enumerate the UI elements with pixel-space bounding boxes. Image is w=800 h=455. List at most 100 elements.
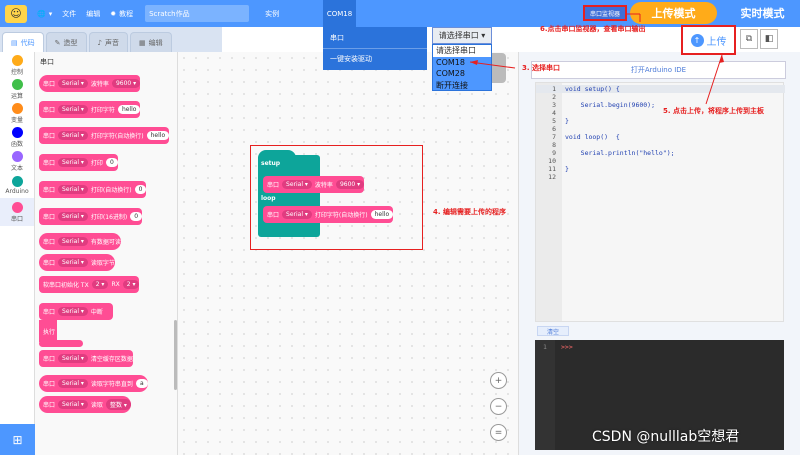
block-dropdown[interactable]: Serial ▾ xyxy=(58,185,88,194)
palette-scrollbar[interactable] xyxy=(174,320,177,390)
zoom-in-button[interactable]: + xyxy=(490,372,507,389)
block-text: 有数据可读 xyxy=(90,239,121,246)
block-dropdown[interactable]: Serial ▾ xyxy=(58,158,88,167)
block-input[interactable]: a xyxy=(135,379,148,388)
block-dropdown[interactable]: 9600 ▾ xyxy=(111,79,141,88)
block-dropdown[interactable]: Serial ▾ xyxy=(282,180,312,189)
console-line-number: 1 xyxy=(543,343,547,351)
open-arduino-ide-button[interactable]: 打开Arduino IDE xyxy=(531,61,786,79)
block-dropdown[interactable]: 整数 ▾ xyxy=(105,399,131,410)
block-input[interactable]: hello xyxy=(370,210,394,219)
block-text: 串口 xyxy=(43,260,56,267)
script-workspace[interactable] xyxy=(178,52,518,455)
serial-monitor-button[interactable]: 串口监视器 xyxy=(583,5,627,21)
block-dropdown[interactable]: Serial ▾ xyxy=(58,131,88,140)
block-dropdown[interactable]: 2 ▾ xyxy=(91,280,109,289)
block-dropdown[interactable]: Serial ▾ xyxy=(58,258,88,267)
edit-icon: ▦ xyxy=(138,38,146,47)
expand-icon: ⧉ xyxy=(745,34,753,44)
collapse-panel-button[interactable]: ◧ xyxy=(760,29,778,49)
realtime-mode-button[interactable]: 实时模式 xyxy=(730,3,795,23)
block-dropdown[interactable]: Serial ▾ xyxy=(58,354,88,363)
port-option[interactable]: 断开连接 xyxy=(433,80,491,92)
category-dot-icon xyxy=(11,150,23,162)
block-dropdown[interactable]: Serial ▾ xyxy=(58,212,88,221)
block-dropdown[interactable]: Serial ▾ xyxy=(58,400,88,409)
palette-block-read-byte[interactable]: 串口 Serial ▾ 读取字节 xyxy=(39,254,115,271)
upload-button[interactable]: ↑ 上传 xyxy=(681,25,736,55)
category-functions[interactable]: 函数 xyxy=(0,126,34,148)
com-port-button[interactable]: COM18 xyxy=(323,0,356,27)
block-input[interactable]: hello xyxy=(146,131,170,140)
menu-item-install-driver[interactable]: 一键安装驱动 xyxy=(323,48,427,69)
menu-tutorial[interactable]: ✹ 教程 xyxy=(110,9,133,19)
block-text: 串口 xyxy=(43,402,56,409)
category-arduino[interactable]: Arduino xyxy=(0,174,34,196)
category-dot-icon xyxy=(11,102,23,114)
zoom-out-button[interactable]: − xyxy=(490,398,507,415)
palette-block-read-until[interactable]: 串口 Serial ▾ 读取字符串直到 a xyxy=(39,375,148,392)
category-variables[interactable]: 变量 xyxy=(0,102,34,124)
tab-label: 编辑 xyxy=(148,38,163,47)
workspace-block-baud[interactable]: 串口 Serial ▾ 波特率 9600 ▾ xyxy=(263,176,365,193)
palette-block-println[interactable]: 串口 Serial ▾ 打印(自动换行) 0 xyxy=(39,181,147,198)
block-dropdown[interactable]: Serial ▾ xyxy=(58,237,88,246)
workspace-block-println[interactable]: 串口 Serial ▾ 打印字符(自动换行) hello xyxy=(263,206,394,223)
code-line: 10 xyxy=(548,157,556,165)
project-title-input[interactable]: Scratch作品 xyxy=(145,5,250,22)
console-prompt: >>> xyxy=(561,343,573,351)
language-button[interactable]: 🌐 ▾ xyxy=(37,10,52,18)
palette-block-baud[interactable]: 串口 Serial ▾ 波特率 9600 ▾ xyxy=(39,75,141,92)
menu-file[interactable]: 文件 xyxy=(62,9,76,19)
palette-block-interrupt[interactable]: 串口 Serial ▾ 中断 xyxy=(39,303,113,320)
upload-mode-button[interactable]: 上传模式 xyxy=(630,2,717,24)
code-editor[interactable]: 1 void setup() { 2 3 Serial.begin(9600); … xyxy=(535,82,785,322)
upload-arrow-icon: ↑ xyxy=(690,33,704,47)
palette-block-print-string[interactable]: 串口 Serial ▾ 打印字符 hello xyxy=(39,101,141,118)
tab-label: 代码 xyxy=(20,38,35,47)
block-dropdown[interactable]: Serial ▾ xyxy=(282,210,312,219)
category-serial[interactable]: 串口 xyxy=(0,198,34,226)
palette-block-println-string[interactable]: 串口 Serial ▾ 打印字符(自动换行) hello xyxy=(39,127,170,144)
tab-sound[interactable]: ♪ 声音 xyxy=(88,32,128,52)
category-text[interactable]: 文本 xyxy=(0,150,34,172)
palette-block-softserial[interactable]: 软串口初始化 TX 2 ▾ RX 2 ▾ xyxy=(39,276,140,293)
port-option[interactable]: COM18 xyxy=(433,57,491,69)
app-logo: ☺ xyxy=(5,4,27,23)
block-text: 串口 xyxy=(267,212,280,219)
add-extension-button[interactable]: ⊞ xyxy=(0,424,35,455)
port-select[interactable]: 请选择串口 ▾ xyxy=(432,27,492,44)
block-input[interactable]: 0 xyxy=(105,158,118,167)
tab-code[interactable]: ▤ 代码 xyxy=(2,32,44,52)
block-input[interactable]: 0 xyxy=(130,212,143,221)
category-control[interactable]: 控制 xyxy=(0,54,34,76)
block-dropdown[interactable]: 2 ▾ xyxy=(122,280,140,289)
port-option[interactable]: COM28 xyxy=(433,68,491,80)
category-operators[interactable]: 运算 xyxy=(0,78,34,100)
tab-edit[interactable]: ▦ 编辑 xyxy=(129,32,172,52)
palette-block-flush[interactable]: 串口 Serial ▾ 清空缓存区数据 xyxy=(39,350,133,367)
expand-panel-button[interactable]: ⧉ xyxy=(740,29,758,49)
clear-console-button[interactable]: 清空 xyxy=(537,326,569,336)
block-text: 串口 xyxy=(43,381,56,388)
zoom-reset-button[interactable]: = xyxy=(490,424,507,441)
menu-edit[interactable]: 编辑 xyxy=(86,9,100,19)
palette-block-read-type[interactable]: 串口 Serial ▾ 读取 整数 ▾ xyxy=(39,396,131,413)
watermark-text: CSDN @nulllab空想君 xyxy=(592,429,740,445)
block-input[interactable]: hello xyxy=(117,105,141,114)
port-option[interactable]: 请选择串口 xyxy=(433,45,491,57)
menu-examples[interactable]: 实例 xyxy=(265,9,279,19)
code-line: 1 void setup() { xyxy=(536,85,785,93)
palette-block-print-hex[interactable]: 串口 Serial ▾ 打印(16进制) 0 xyxy=(39,208,143,225)
palette-block-print[interactable]: 串口 Serial ▾ 打印 0 xyxy=(39,154,118,171)
block-text: 打印字符(自动换行) xyxy=(314,212,368,219)
block-dropdown[interactable]: 9600 ▾ xyxy=(335,180,365,189)
tab-costume[interactable]: ✎ 造型 xyxy=(45,32,87,52)
block-dropdown[interactable]: Serial ▾ xyxy=(58,79,88,88)
palette-block-available[interactable]: 串口 Serial ▾ 有数据可读 xyxy=(39,233,121,250)
block-dropdown[interactable]: Serial ▾ xyxy=(58,105,88,114)
block-dropdown[interactable]: Serial ▾ xyxy=(58,379,88,388)
menu-item-serial[interactable]: 串口 xyxy=(323,27,427,48)
block-dropdown[interactable]: Serial ▾ xyxy=(58,307,88,316)
block-input[interactable]: 0 xyxy=(134,185,147,194)
